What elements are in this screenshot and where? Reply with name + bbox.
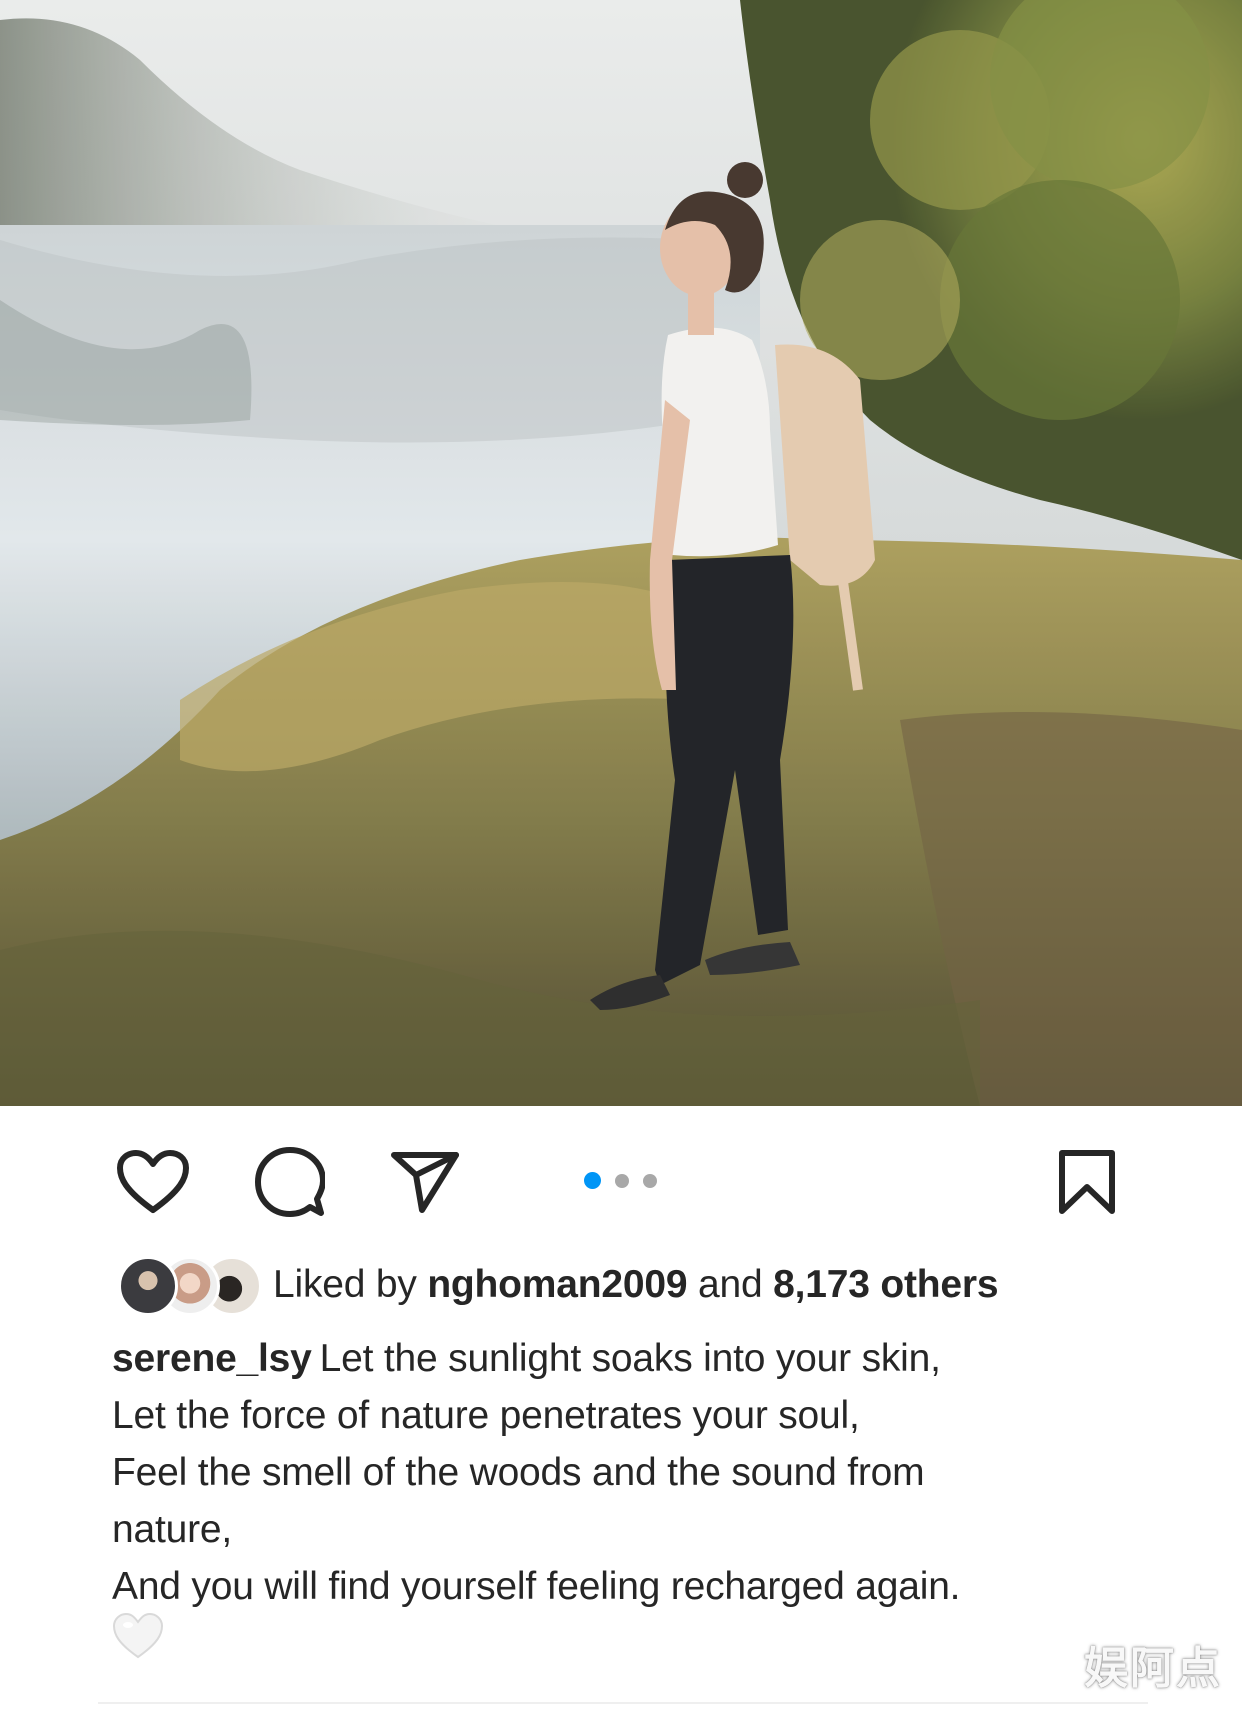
caption-text: Let the sunlight soaks into your skin,: [319, 1337, 941, 1380]
paper-plane-icon: [391, 1152, 459, 1213]
bookmark-icon: [1059, 1150, 1115, 1214]
avatar[interactable]: [118, 1256, 178, 1316]
carousel-dot[interactable]: [643, 1173, 657, 1188]
watermark: 娱阿点: [1084, 1643, 1222, 1694]
likes-summary: Liked by nghoman2009 and 8,173 others: [273, 1263, 999, 1307]
photo-scene: [0, 0, 1242, 1106]
likes-prefix: Liked by: [273, 1263, 417, 1306]
caption-line: serene_lsy Let the sunlight soaks into yo…: [112, 1330, 1122, 1387]
liker-avatars[interactable]: [118, 1256, 263, 1316]
caption-line: Let the force of nature penetrates your …: [112, 1394, 860, 1437]
post-divider: [98, 1702, 1148, 1704]
caption-line: nature,: [112, 1508, 233, 1551]
like-button[interactable]: [113, 1142, 193, 1222]
post-action-bar: [0, 1106, 1242, 1241]
liker-username-link[interactable]: nghoman2009: [427, 1263, 687, 1306]
save-button[interactable]: [1047, 1142, 1127, 1222]
comment-bubble-icon: [255, 1147, 325, 1217]
heart-outline-icon: [117, 1150, 189, 1213]
post-caption: serene_lsy Let the sunlight soaks into yo…: [112, 1330, 1122, 1615]
likes-others-link[interactable]: 8,173 others: [773, 1263, 998, 1306]
post-photo[interactable]: [0, 0, 1242, 1106]
caption-username-link[interactable]: serene_lsy: [112, 1337, 312, 1380]
white-heart-emoji-icon: [112, 1612, 164, 1659]
carousel-indicator: [584, 1172, 657, 1189]
caption-line: Feel the smell of the woods and the soun…: [112, 1451, 925, 1494]
comment-button[interactable]: [250, 1142, 330, 1222]
caption-line: And you will find yourself feeling recha…: [112, 1565, 961, 1608]
likes-connector: and: [698, 1263, 763, 1306]
carousel-dot-active[interactable]: [584, 1172, 601, 1189]
share-button[interactable]: [385, 1142, 465, 1222]
likes-row[interactable]: Liked by nghoman2009 and 8,173 others: [118, 1255, 999, 1316]
carousel-dot[interactable]: [615, 1173, 629, 1188]
